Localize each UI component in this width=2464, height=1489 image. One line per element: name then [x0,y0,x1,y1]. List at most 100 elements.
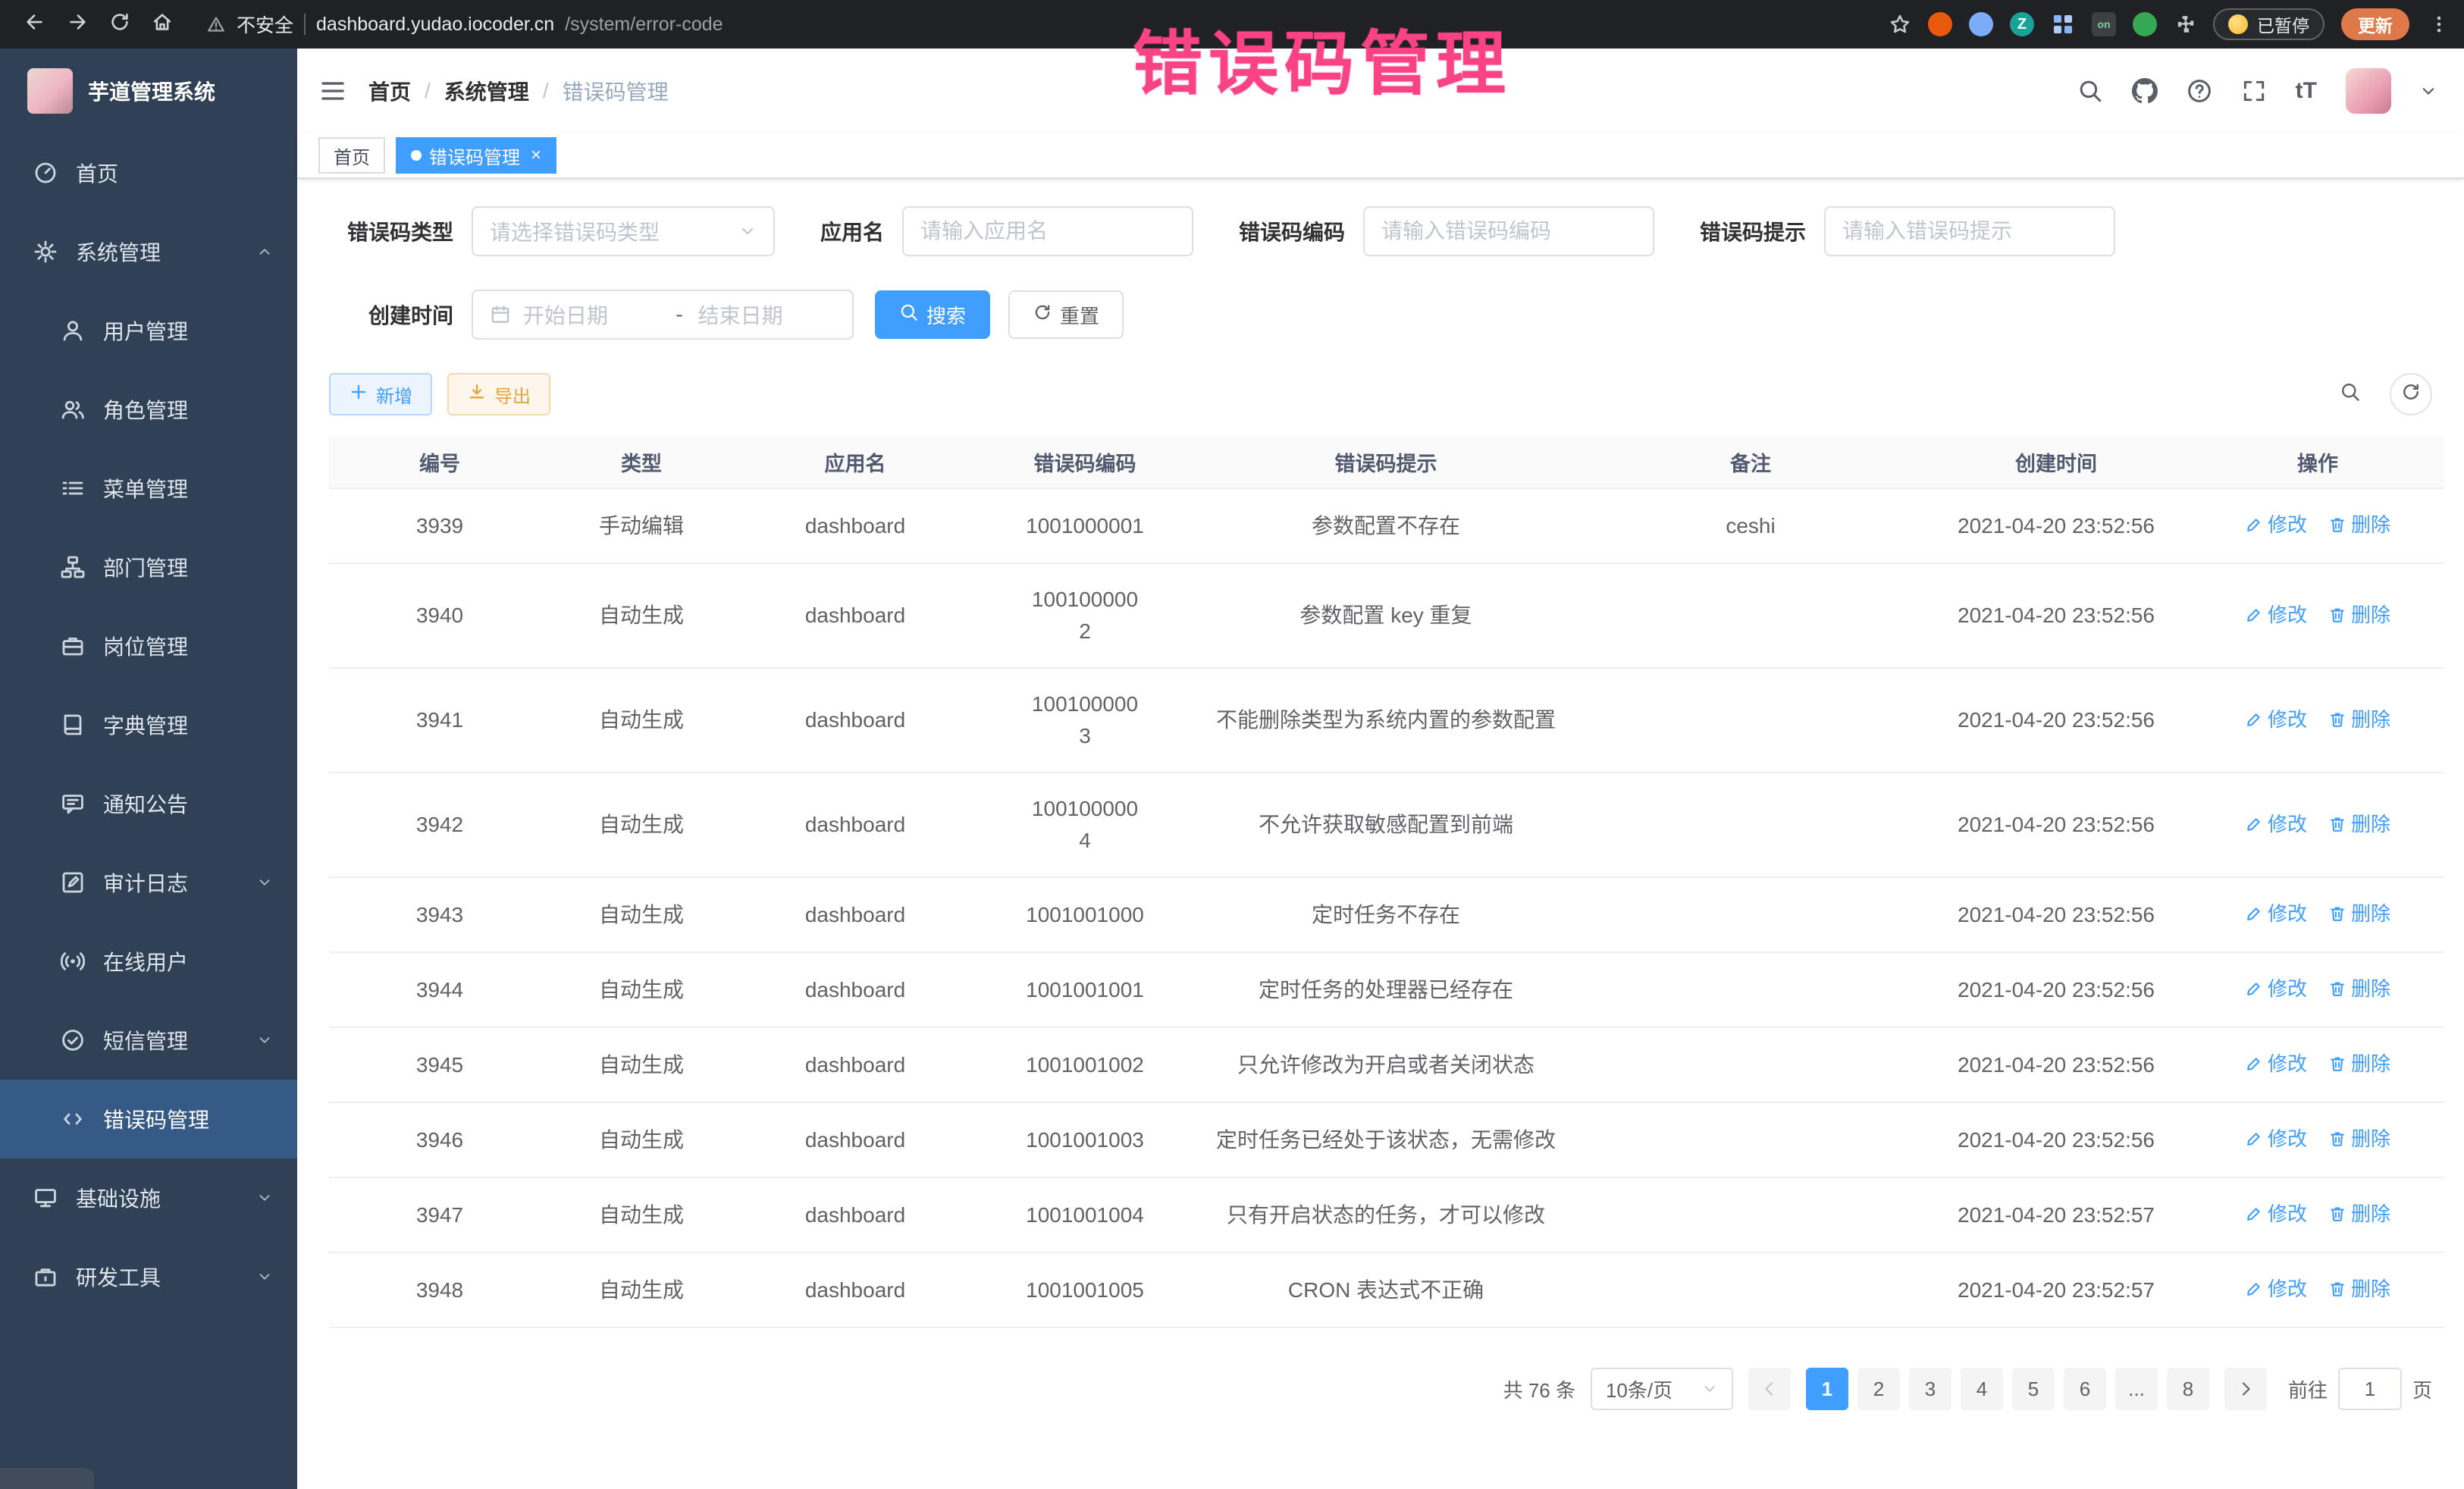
search-button[interactable]: 搜索 [875,290,990,339]
delete-link-label: 删除 [2351,1048,2390,1080]
edit-link[interactable]: 修改 [2245,599,2307,631]
page-content: 错误码类型 请选择错误码类型 应用名 错误码编码 [297,179,2464,1489]
delete-link[interactable]: 删除 [2328,808,2390,840]
paused-badge[interactable]: 已暂停 [2213,8,2324,40]
error-code-type-select[interactable]: 请选择错误码类型 [472,206,775,256]
breadcrumb: 首页/系统管理/错误码管理 [368,76,669,106]
bookmark-star-icon[interactable] [1889,13,1911,36]
jump-page-input[interactable] [2338,1368,2402,1410]
page-button-8[interactable]: 8 [2167,1368,2209,1410]
extension-icon-blue[interactable] [1969,12,1993,36]
breadcrumb-item-0[interactable]: 首页 [368,76,411,106]
delete-link[interactable]: 删除 [2328,509,2390,541]
browser-update-button[interactable]: 更新 [2341,8,2409,40]
github-icon[interactable] [2132,78,2158,104]
sidebar-item-post[interactable]: 岗位管理 [0,607,297,685]
sidebar-item-audit-log[interactable]: 审计日志 [0,843,297,922]
edit-link[interactable]: 修改 [2245,808,2307,840]
delete-link[interactable]: 删除 [2328,1273,2390,1305]
delete-link[interactable]: 删除 [2328,1123,2390,1155]
sidebar-item-role[interactable]: 角色管理 [0,370,297,449]
browser-reload-button[interactable] [100,5,140,44]
extension-icon-grid[interactable] [2051,12,2075,36]
export-button[interactable]: 导出 [447,373,550,415]
edit-link[interactable]: 修改 [2245,1048,2307,1080]
cell-actions: 修改删除 [2191,1177,2444,1252]
browser-forward-button[interactable] [58,5,97,44]
delete-link[interactable]: 删除 [2328,1198,2390,1230]
sidebar-item-label: 系统管理 [76,237,161,267]
tab-close-icon[interactable]: × [531,146,541,165]
sidebar-item-online-user[interactable]: 在线用户 [0,922,297,1001]
app-name-input[interactable] [902,206,1193,256]
help-icon[interactable] [2187,78,2212,104]
refresh-table-button[interactable] [2390,373,2432,415]
create-time-range-picker[interactable]: 开始日期 - 结束日期 [472,290,854,340]
reset-button[interactable]: 重置 [1008,290,1124,339]
sidebar-item-devtools[interactable]: 研发工具 [0,1237,297,1316]
sidebar-item-notice[interactable]: 通知公告 [0,764,297,843]
tab-error-code[interactable]: 错误码管理× [396,137,556,174]
sidebar-item-infra[interactable]: 基础设施 [0,1158,297,1237]
sidebar-item-sms[interactable]: 短信管理 [0,1001,297,1080]
sidebar-item-home[interactable]: 首页 [0,133,297,212]
sidebar-item-error-code[interactable]: 错误码管理 [0,1080,297,1158]
page-size-select[interactable]: 10条/页 [1591,1368,1733,1410]
delete-link[interactable]: 删除 [2328,973,2390,1005]
delete-link[interactable]: 删除 [2328,1048,2390,1080]
avatar-caret-icon[interactable] [2420,83,2437,99]
next-page-button[interactable] [2224,1368,2267,1410]
sidebar-item-dict[interactable]: 字典管理 [0,685,297,764]
page-button-1[interactable]: 1 [1806,1368,1848,1410]
error-code-label: 错误码编码 [1239,216,1345,246]
delete-link[interactable]: 删除 [2328,599,2390,631]
edit-link[interactable]: 修改 [2245,1198,2307,1230]
sidebar-item-system[interactable]: 系统管理 [0,212,297,291]
user-avatar[interactable] [2346,68,2391,114]
delete-link[interactable]: 删除 [2328,898,2390,929]
edit-link[interactable]: 修改 [2245,704,2307,735]
page-button-6[interactable]: 6 [2064,1368,2106,1410]
add-button[interactable]: 新增 [329,373,432,415]
prev-page-button[interactable] [1748,1368,1791,1410]
fullscreen-icon[interactable] [2241,78,2267,104]
delete-link-label: 删除 [2351,973,2390,1005]
page-button-3[interactable]: 3 [1909,1368,1951,1410]
browser-menu-icon[interactable] [2429,14,2449,34]
edit-link[interactable]: 修改 [2245,1273,2307,1305]
browser-home-button[interactable] [143,5,182,44]
edit-link[interactable]: 修改 [2245,898,2307,929]
header-search-icon[interactable] [2077,78,2103,104]
page-jumper: 前往 页 [2288,1368,2432,1410]
app-logo[interactable]: 芋道管理系统 [0,49,297,133]
address-bar[interactable]: 不安全 dashboard.yudao.iocoder.cn/system/er… [206,11,1886,38]
toggle-search-button[interactable] [2329,373,2372,415]
hamburger-menu-icon[interactable] [318,77,347,105]
extension-icon-green[interactable] [2133,12,2157,36]
extension-icon-orange[interactable] [1928,12,1952,36]
page-ellipsis-button[interactable]: ... [2115,1368,2158,1410]
page-button-5[interactable]: 5 [2012,1368,2055,1410]
sidebar-item-label: 通知公告 [103,788,188,819]
edit-link[interactable]: 修改 [2245,973,2307,1005]
breadcrumb-item-1[interactable]: 系统管理 [444,76,529,106]
page-button-4[interactable]: 4 [1961,1368,2003,1410]
tab-home[interactable]: 首页 [318,137,385,174]
delete-link[interactable]: 删除 [2328,704,2390,735]
edit-link[interactable]: 修改 [2245,509,2307,541]
sidebar-item-user[interactable]: 用户管理 [0,291,297,370]
extension-icon-z[interactable]: Z [2010,12,2034,36]
error-code-input[interactable] [1363,206,1654,256]
sidebar-item-menu[interactable]: 菜单管理 [0,449,297,528]
cell-created: 2021-04-20 23:52:57 [1921,1252,2191,1328]
delete-link-label: 删除 [2351,1273,2390,1305]
page-button-2[interactable]: 2 [1857,1368,1900,1410]
browser-back-button[interactable] [15,5,55,44]
delete-link-label: 删除 [2351,509,2390,541]
error-hint-input[interactable] [1824,206,2115,256]
sidebar-item-dept[interactable]: 部门管理 [0,528,297,607]
extension-icon-ublock[interactable]: on [2092,12,2116,36]
extensions-puzzle-icon[interactable] [2174,13,2196,36]
font-size-icon[interactable]: tT [2296,78,2317,104]
edit-link[interactable]: 修改 [2245,1123,2307,1155]
